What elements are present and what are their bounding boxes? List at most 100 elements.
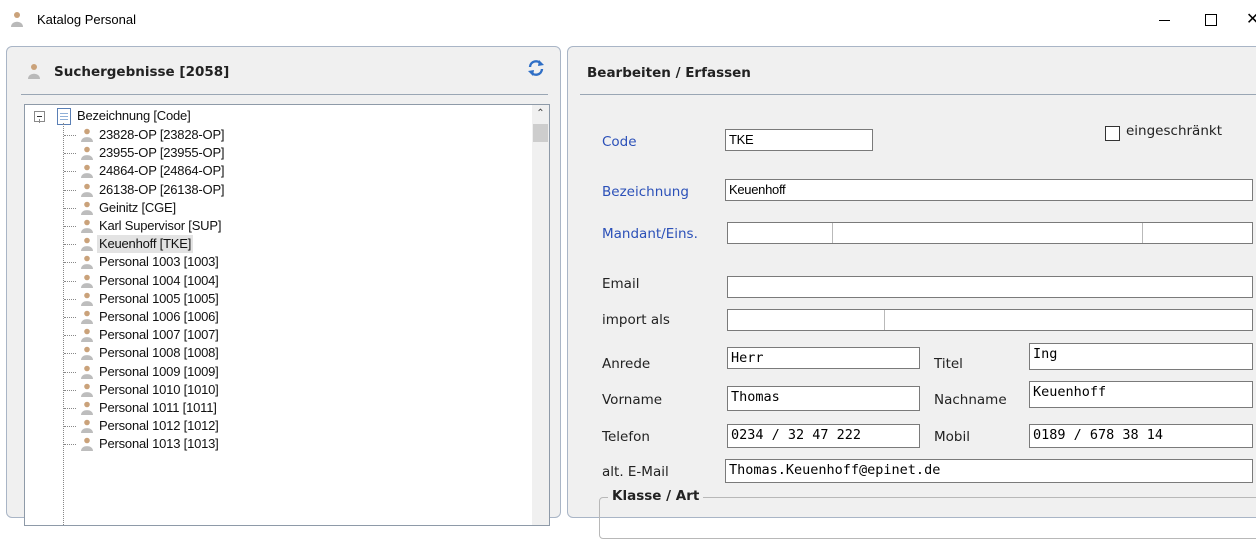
edit-panel: Bearbeiten / Erfassen Code TKE eingeschr… [567, 46, 1256, 539]
tree-line [64, 171, 76, 172]
person-icon [81, 365, 93, 379]
tree-root[interactable]: Bezeichnung [Code] [25, 107, 525, 125]
telefon-field[interactable]: 0234 / 32 47 222 [727, 424, 920, 448]
nachname-field[interactable]: Keuenhoff [1029, 381, 1253, 408]
tree-item[interactable]: Keuenhoff [TKE] [25, 235, 525, 253]
bezeichnung-field[interactable]: Keuenhoff [725, 179, 1253, 201]
tree-item[interactable]: Personal 1004 [1004] [25, 272, 525, 290]
tree-item-label: Personal 1005 [1005] [99, 291, 219, 306]
tree-item[interactable]: 23828-OP [23828-OP] [25, 126, 525, 144]
tree-item[interactable]: Personal 1012 [1012] [25, 417, 525, 435]
mandant-label: Mandant/Eins. [602, 226, 698, 242]
tree-item-label: 23828-OP [23828-OP] [99, 127, 225, 142]
email-label: Email [602, 276, 640, 292]
tree-item-label: Personal 1003 [1003] [99, 254, 219, 269]
minimize-button[interactable] [1142, 6, 1188, 34]
tree-line [64, 444, 76, 445]
mandant-field[interactable] [727, 222, 1253, 244]
tree-line [64, 317, 76, 318]
import-als-label: import als [602, 312, 670, 328]
code-label: Code [602, 134, 637, 150]
tree-item-label: Personal 1009 [1009] [99, 364, 219, 379]
tree-item[interactable]: Personal 1008 [1008] [25, 344, 525, 362]
tree-item[interactable]: Karl Supervisor [SUP] [25, 217, 525, 235]
person-icon [81, 164, 93, 178]
tree-item-label: Personal 1007 [1007] [99, 327, 219, 342]
person-icon [81, 128, 93, 142]
person-icon [81, 146, 93, 160]
document-icon [57, 108, 71, 125]
person-icon [81, 237, 93, 251]
person-icon [81, 292, 93, 306]
import-als-field[interactable] [727, 309, 1253, 331]
results-tree[interactable]: Bezeichnung [Code] 23828-OP [23828-OP] 23… [24, 104, 550, 526]
klasse-art-title: Klasse / Art [608, 488, 704, 504]
tree-root-label: Bezeichnung [Code] [77, 108, 191, 123]
titel-label: Titel [934, 356, 963, 372]
tree-item[interactable]: Geinitz [CGE] [25, 199, 525, 217]
maximize-button[interactable] [1188, 6, 1234, 34]
field-separator [1142, 223, 1143, 243]
maximize-icon [1205, 14, 1217, 26]
person-icon [81, 437, 93, 451]
tree-scrollbar[interactable]: ⌃ [532, 105, 549, 525]
code-field[interactable]: TKE [725, 129, 873, 151]
person-icon [81, 401, 93, 415]
person-icon [81, 219, 93, 233]
tree-line [64, 353, 76, 354]
alt-email-field[interactable]: Thomas.Keuenhoff@epinet.de [725, 459, 1253, 483]
scroll-thumb[interactable] [533, 124, 548, 142]
search-results-panel: Suchergebnisse [2058] Bezeichnung [Code]… [6, 46, 561, 526]
refresh-icon[interactable] [527, 59, 545, 77]
tree-item-label: 23955-OP [23955-OP] [99, 145, 225, 160]
tree-item[interactable]: Personal 1011 [1011] [25, 399, 525, 417]
tree-item[interactable]: Personal 1006 [1006] [25, 308, 525, 326]
tree-item-label: Personal 1011 [1011] [99, 400, 217, 415]
tree-item-label: Karl Supervisor [SUP] [99, 218, 222, 233]
tree-line [39, 119, 40, 123]
mobil-field[interactable]: 0189 / 678 38 14 [1029, 424, 1253, 448]
field-separator [832, 223, 833, 243]
header-divider [21, 94, 548, 95]
tree-line [64, 372, 76, 373]
header-divider [580, 94, 1256, 95]
tree-line [64, 208, 76, 209]
tree-line [64, 390, 76, 391]
anrede-field[interactable]: Herr [727, 347, 920, 369]
tree-item[interactable]: 26138-OP [26138-OP] [25, 181, 525, 199]
vorname-field[interactable]: Thomas [727, 386, 920, 411]
email-field[interactable] [727, 276, 1253, 298]
title-bar: Katalog Personal ✕ [0, 0, 1256, 40]
restricted-checkbox[interactable] [1105, 126, 1120, 141]
tree-line [64, 135, 76, 136]
tree-item[interactable]: 24864-OP [24864-OP] [25, 162, 525, 180]
tree-item-label: Personal 1012 [1012] [99, 418, 219, 433]
person-icon [81, 346, 93, 360]
tree-item-label: Personal 1010 [1010] [99, 382, 219, 397]
scroll-up-icon[interactable]: ⌃ [532, 105, 549, 122]
tree-line [64, 262, 76, 263]
field-separator [884, 310, 885, 330]
tree-item[interactable]: Personal 1003 [1003] [25, 253, 525, 271]
tree-item-label: 24864-OP [24864-OP] [99, 163, 225, 178]
restricted-label: eingeschränkt [1126, 123, 1222, 139]
tree-item[interactable]: Personal 1010 [1010] [25, 381, 525, 399]
tree-item[interactable]: Personal 1005 [1005] [25, 290, 525, 308]
minimize-icon [1159, 20, 1170, 21]
titel-field[interactable]: Ing [1029, 343, 1253, 370]
tree-item[interactable]: 23955-OP [23955-OP] [25, 144, 525, 162]
tree-line [64, 190, 76, 191]
search-results-title: Suchergebnisse [2058] [54, 64, 230, 80]
person-icon [28, 64, 40, 79]
tree-item[interactable]: Personal 1009 [1009] [25, 363, 525, 381]
person-icon [81, 328, 93, 342]
vorname-label: Vorname [602, 392, 663, 408]
tree-line [64, 281, 76, 282]
tree-line [64, 299, 76, 300]
person-icon [81, 274, 93, 288]
close-button[interactable]: ✕ [1234, 6, 1256, 34]
tree-item[interactable]: Personal 1013 [1013] [25, 435, 525, 453]
person-icon [81, 255, 93, 269]
tree-line [64, 426, 76, 427]
tree-item[interactable]: Personal 1007 [1007] [25, 326, 525, 344]
